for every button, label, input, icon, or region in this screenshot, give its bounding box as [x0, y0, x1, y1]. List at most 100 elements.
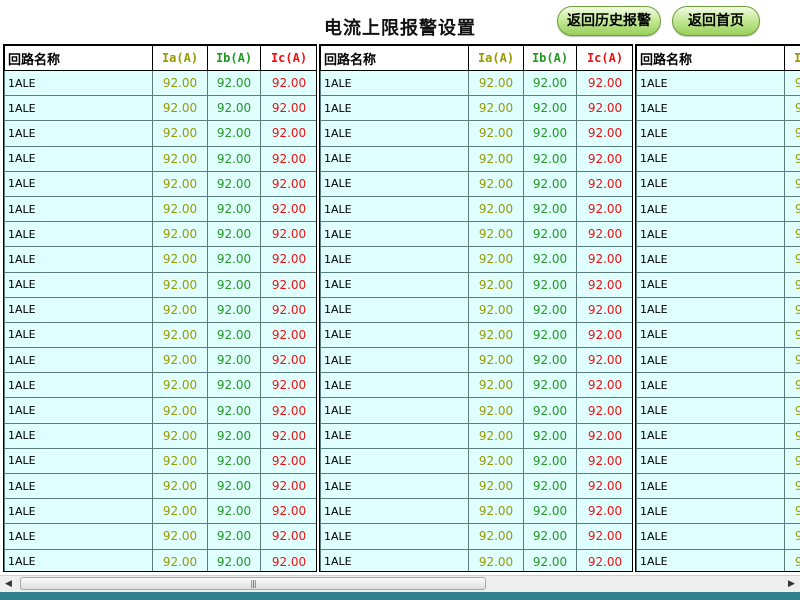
- ia-value-cell[interactable]: 92.00: [152, 397, 208, 424]
- ib-value-cell[interactable]: 92.00: [523, 120, 577, 147]
- ia-value-cell[interactable]: 92.00: [468, 120, 524, 147]
- ic-value-cell[interactable]: 92.00: [576, 498, 632, 525]
- ib-value-cell[interactable]: 92.00: [207, 472, 261, 500]
- ic-value-cell[interactable]: 92.00: [260, 321, 316, 349]
- ia-value-cell[interactable]: 92.00: [152, 170, 208, 197]
- ic-value-cell[interactable]: 92.00: [576, 69, 632, 97]
- ib-value-cell[interactable]: 92.00: [523, 221, 577, 248]
- ia-value-cell[interactable]: 92.00: [152, 347, 208, 374]
- ib-value-cell[interactable]: 92.00: [207, 347, 261, 374]
- ic-value-cell[interactable]: 92.00: [260, 170, 316, 197]
- ia-value-cell[interactable]: 92.00: [152, 372, 208, 399]
- ib-value-cell[interactable]: 92.00: [523, 347, 577, 374]
- ic-value-cell[interactable]: 92.00: [576, 397, 632, 424]
- ic-value-cell[interactable]: 92.00: [260, 95, 316, 122]
- ia-value-cell[interactable]: 92.00: [152, 221, 208, 248]
- scroll-left-arrow-icon[interactable]: ◀: [0, 576, 17, 592]
- ib-value-cell[interactable]: 92.00: [523, 447, 577, 475]
- ia-value-cell[interactable]: 92.00: [468, 422, 524, 449]
- ic-value-cell[interactable]: 92.00: [576, 95, 632, 122]
- ia-value-cell[interactable]: 92.00: [468, 221, 524, 248]
- ib-value-cell[interactable]: 92.00: [207, 523, 261, 550]
- ib-value-cell[interactable]: 92.00: [207, 498, 261, 525]
- ib-value-cell[interactable]: 92.00: [523, 523, 577, 550]
- ic-value-cell[interactable]: 92.00: [260, 69, 316, 97]
- ib-value-cell[interactable]: 92.00: [207, 296, 261, 323]
- ic-value-cell[interactable]: 92.00: [576, 372, 632, 399]
- ia-value-cell[interactable]: 92.00: [784, 447, 800, 475]
- ic-value-cell[interactable]: 92.00: [576, 472, 632, 500]
- ia-value-cell[interactable]: 92.00: [152, 447, 208, 475]
- ic-value-cell[interactable]: 92.00: [576, 422, 632, 449]
- ib-value-cell[interactable]: 92.00: [207, 221, 261, 248]
- ib-value-cell[interactable]: 92.00: [523, 472, 577, 500]
- return-home-button[interactable]: 返回首页: [672, 6, 760, 36]
- ia-value-cell[interactable]: 92.00: [784, 523, 800, 550]
- ib-value-cell[interactable]: 92.00: [207, 447, 261, 475]
- ib-value-cell[interactable]: 92.00: [207, 397, 261, 424]
- ib-value-cell[interactable]: 92.00: [523, 397, 577, 424]
- ic-value-cell[interactable]: 92.00: [576, 296, 632, 323]
- ia-value-cell[interactable]: 92.00: [468, 347, 524, 374]
- ia-value-cell[interactable]: 92.00: [784, 69, 800, 97]
- ia-value-cell[interactable]: 92.00: [152, 548, 208, 571]
- ia-value-cell[interactable]: 92.00: [784, 397, 800, 424]
- ia-value-cell[interactable]: 92.00: [468, 523, 524, 550]
- ic-value-cell[interactable]: 92.00: [260, 271, 316, 298]
- ic-value-cell[interactable]: 92.00: [260, 246, 316, 273]
- ic-value-cell[interactable]: 92.00: [260, 372, 316, 399]
- ib-value-cell[interactable]: 92.00: [523, 95, 577, 122]
- return-history-alarm-button[interactable]: 返回历史报警: [557, 6, 661, 36]
- ia-value-cell[interactable]: 92.00: [468, 498, 524, 525]
- ia-value-cell[interactable]: 92.00: [468, 246, 524, 273]
- ia-value-cell[interactable]: 92.00: [152, 145, 208, 172]
- ic-value-cell[interactable]: 92.00: [576, 548, 632, 571]
- ib-value-cell[interactable]: 92.00: [207, 195, 261, 223]
- ia-value-cell[interactable]: 92.00: [784, 321, 800, 349]
- ic-value-cell[interactable]: 92.00: [260, 221, 316, 248]
- ic-value-cell[interactable]: 92.00: [576, 523, 632, 550]
- ia-value-cell[interactable]: 92.00: [468, 271, 524, 298]
- ic-value-cell[interactable]: 92.00: [576, 120, 632, 147]
- scroll-right-arrow-icon[interactable]: ▶: [783, 576, 800, 592]
- ia-value-cell[interactable]: 92.00: [152, 321, 208, 349]
- horizontal-scrollbar[interactable]: ◀ ||| ▶: [0, 575, 800, 592]
- ia-value-cell[interactable]: 92.00: [152, 472, 208, 500]
- ia-value-cell[interactable]: 92.00: [468, 195, 524, 223]
- ic-value-cell[interactable]: 92.00: [260, 120, 316, 147]
- ia-value-cell[interactable]: 92.00: [784, 372, 800, 399]
- ic-value-cell[interactable]: 92.00: [576, 347, 632, 374]
- ia-value-cell[interactable]: 92.00: [468, 145, 524, 172]
- ia-value-cell[interactable]: 92.00: [468, 321, 524, 349]
- ib-value-cell[interactable]: 92.00: [207, 271, 261, 298]
- ia-value-cell[interactable]: 92.00: [152, 498, 208, 525]
- ia-value-cell[interactable]: 92.00: [468, 95, 524, 122]
- ic-value-cell[interactable]: 92.00: [576, 170, 632, 197]
- ia-value-cell[interactable]: 92.00: [784, 422, 800, 449]
- ia-value-cell[interactable]: 92.00: [468, 472, 524, 500]
- ia-value-cell[interactable]: 92.00: [468, 548, 524, 571]
- ic-value-cell[interactable]: 92.00: [576, 145, 632, 172]
- ic-value-cell[interactable]: 92.00: [260, 472, 316, 500]
- ia-value-cell[interactable]: 92.00: [152, 120, 208, 147]
- ib-value-cell[interactable]: 92.00: [207, 422, 261, 449]
- ic-value-cell[interactable]: 92.00: [576, 271, 632, 298]
- ia-value-cell[interactable]: 92.00: [468, 447, 524, 475]
- ic-value-cell[interactable]: 92.00: [260, 422, 316, 449]
- ia-value-cell[interactable]: 92.00: [784, 145, 800, 172]
- ib-value-cell[interactable]: 92.00: [207, 120, 261, 147]
- ia-value-cell[interactable]: 92.00: [784, 296, 800, 323]
- ib-value-cell[interactable]: 92.00: [523, 321, 577, 349]
- ic-value-cell[interactable]: 92.00: [576, 195, 632, 223]
- ic-value-cell[interactable]: 92.00: [260, 347, 316, 374]
- ia-value-cell[interactable]: 92.00: [152, 523, 208, 550]
- ib-value-cell[interactable]: 92.00: [207, 372, 261, 399]
- ib-value-cell[interactable]: 92.00: [207, 246, 261, 273]
- ib-value-cell[interactable]: 92.00: [523, 548, 577, 571]
- ic-value-cell[interactable]: 92.00: [260, 145, 316, 172]
- ia-value-cell[interactable]: 92.00: [468, 69, 524, 97]
- ia-value-cell[interactable]: 92.00: [152, 422, 208, 449]
- ic-value-cell[interactable]: 92.00: [260, 195, 316, 223]
- ib-value-cell[interactable]: 92.00: [523, 372, 577, 399]
- ia-value-cell[interactable]: 92.00: [784, 271, 800, 298]
